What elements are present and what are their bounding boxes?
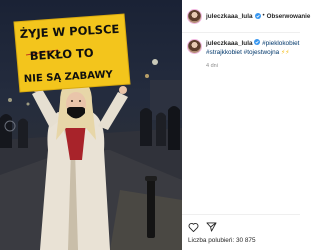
protest-scene: ŻYJE W POLSCE BEKŁO TO NIE SĄ ZABAWY <box>0 13 182 250</box>
post-photo[interactable]: ŻYJE W POLSCE BEKŁO TO NIE SĄ ZABAWY <box>0 0 182 250</box>
following-button[interactable]: Obserwowanie <box>267 13 311 20</box>
share-paper-plane-icon[interactable] <box>206 222 217 232</box>
caption-verified-badge-icon <box>254 39 261 45</box>
like-heart-icon[interactable] <box>188 222 199 232</box>
verified-badge-icon <box>254 13 261 19</box>
post-caption: juleczkaaa_lula #pieklokobiet #strajkkob… <box>188 39 300 58</box>
hashtag-link[interactable]: #strajkkobiet <box>206 49 242 56</box>
lightning-emoji-icon: ⚡⚡ <box>280 50 290 56</box>
header-username[interactable]: juleczkaaa_lula <box>206 13 253 20</box>
separator-dot: • <box>262 13 265 19</box>
caption-username[interactable]: juleczkaaa_lula <box>206 40 253 47</box>
likes-count[interactable]: Liczba polubień: 30 875 <box>188 237 256 244</box>
hashtag-link[interactable]: #tojestwojna <box>244 49 280 56</box>
hashtag-link[interactable]: #pieklokobiet <box>262 40 299 47</box>
caption-avatar[interactable] <box>188 40 201 53</box>
header-divider <box>182 32 300 33</box>
footer-divider <box>182 214 300 215</box>
post-time[interactable]: 4 dni <box>206 63 218 69</box>
caption-text: juleczkaaa_lula #pieklokobiet #strajkkob… <box>206 39 299 58</box>
post-header: juleczkaaa_lula • Obserwowanie <box>182 0 310 32</box>
avatar[interactable] <box>188 9 201 23</box>
protest-sign: ŻYJE W POLSCE BEKŁO TO NIE SĄ ZABAWY <box>13 13 131 93</box>
post-actions <box>188 222 217 232</box>
post-side-panel: juleczkaaa_lula • Obserwowanie juleczkaa… <box>182 0 310 250</box>
